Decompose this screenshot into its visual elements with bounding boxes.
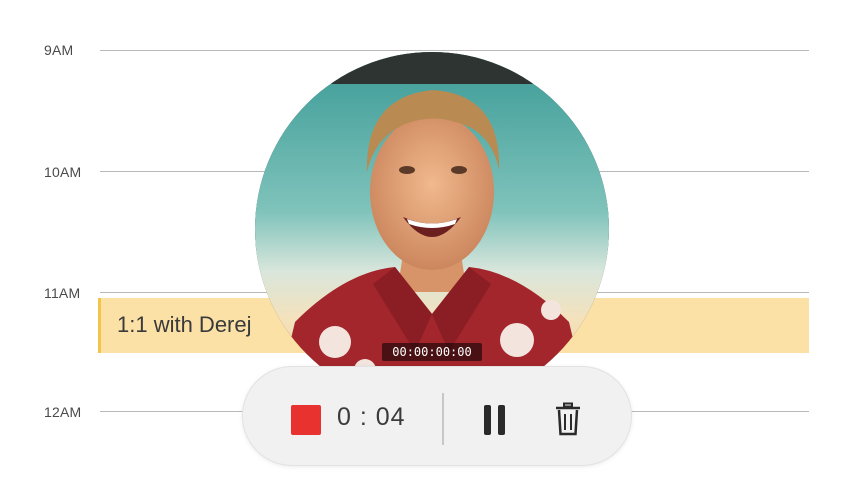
recording-timer: 0 : 04 — [337, 403, 406, 431]
trash-icon — [556, 402, 580, 436]
hour-label-9am: 9AM — [44, 42, 74, 58]
stop-recording-button[interactable] — [291, 405, 321, 435]
hour-label-10am: 10AM — [44, 164, 82, 180]
hour-label-11am: 11AM — [44, 285, 81, 301]
hour-label-12am: 12AM — [44, 404, 82, 420]
pause-recording-button[interactable] — [481, 405, 509, 435]
controls-divider — [442, 393, 444, 445]
video-timecode: 00:00:00:00 — [382, 343, 482, 361]
delete-recording-button[interactable] — [555, 402, 581, 436]
event-title: 1:1 with Derej — [117, 312, 252, 337]
recording-controls: 0 : 04 — [242, 366, 632, 466]
hour-gridline — [100, 50, 809, 51]
